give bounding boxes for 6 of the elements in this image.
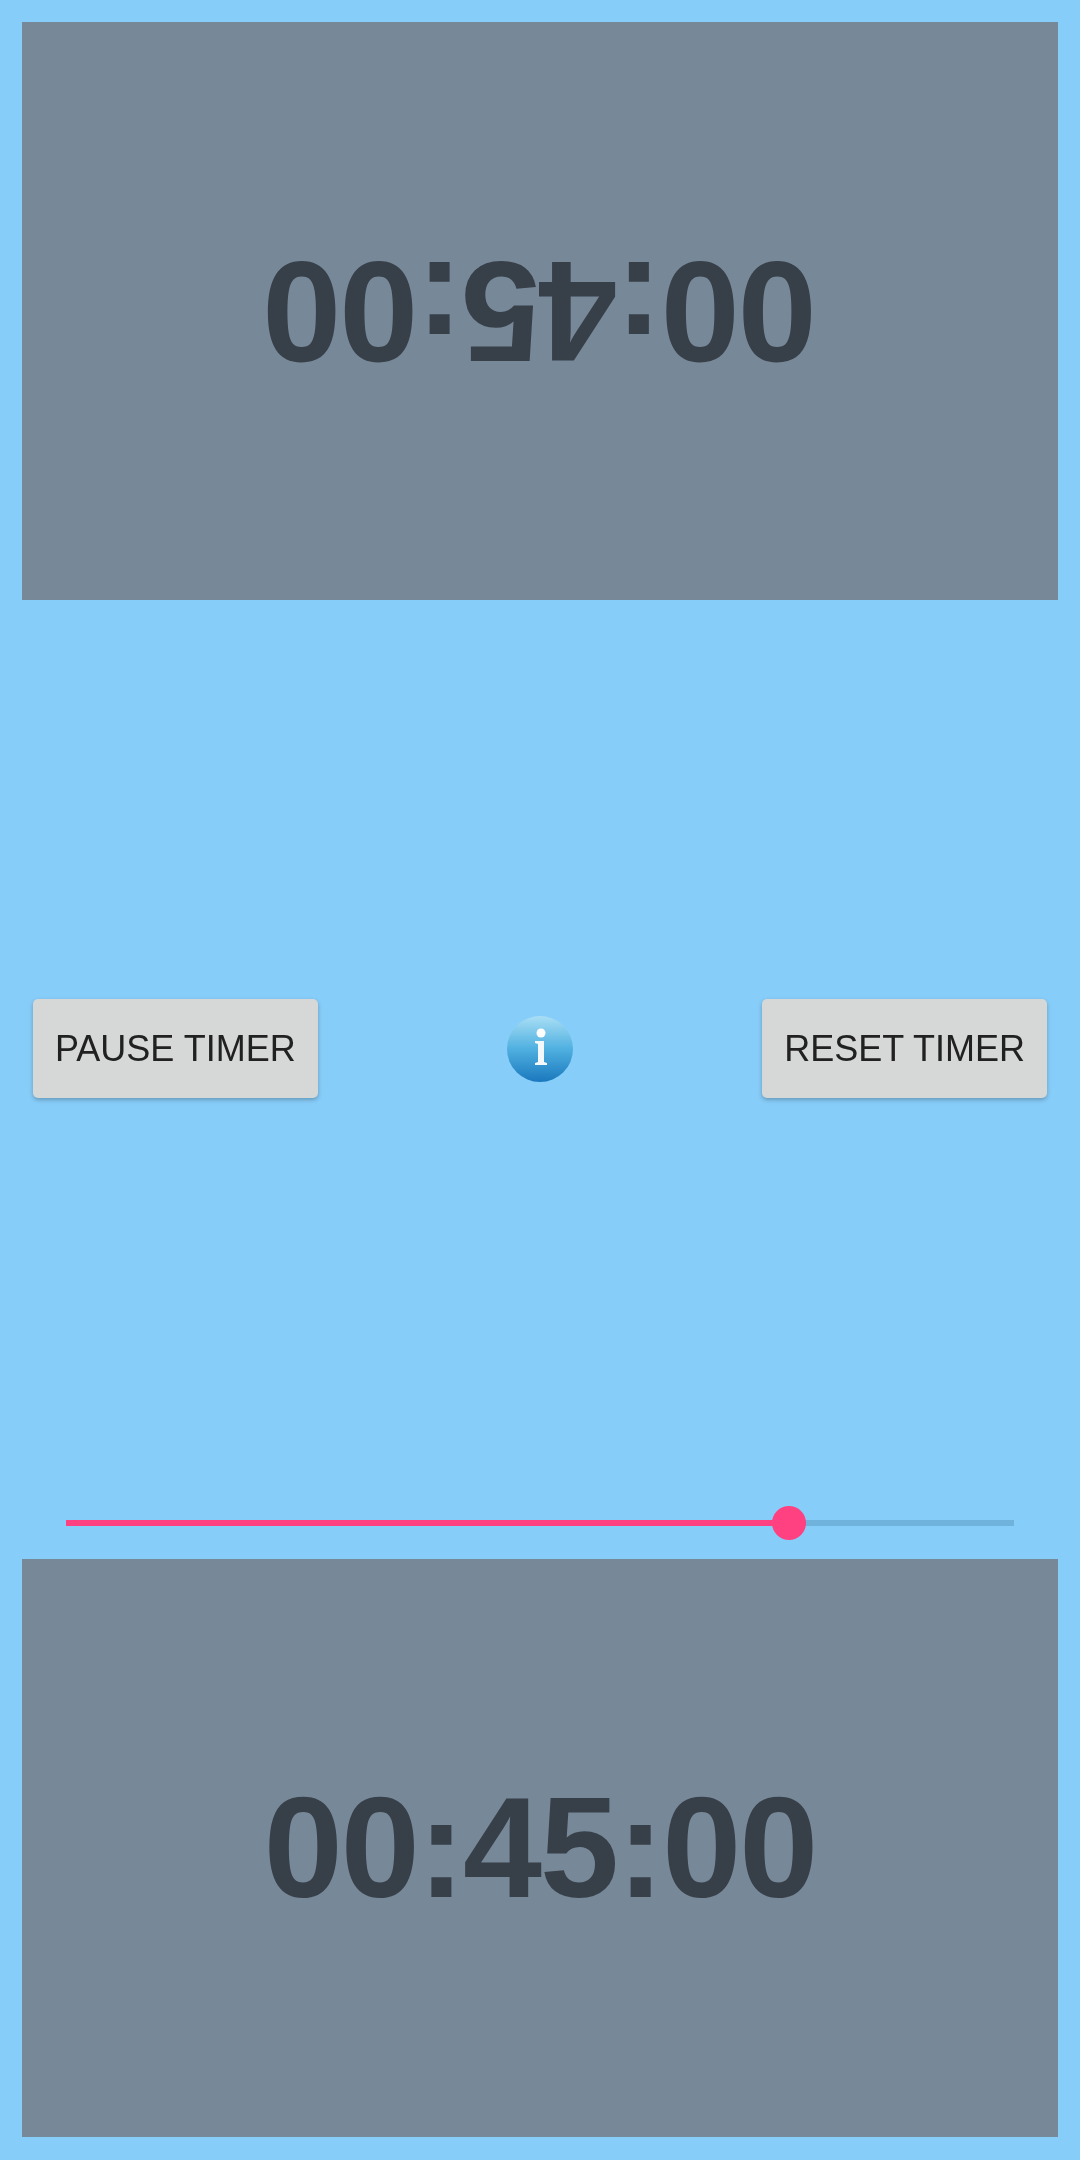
timer-button[interactable]: PAUSE TIMER <box>33 999 318 1098</box>
info-icon[interactable] <box>507 1015 573 1082</box>
timer-display: 00:45:00 <box>263 240 817 382</box>
slider-thumb[interactable] <box>772 1506 807 1540</box>
timer-button[interactable]: RESET TIMER <box>762 999 1047 1098</box>
timer-display: 00:45:00 <box>263 1777 817 1919</box>
